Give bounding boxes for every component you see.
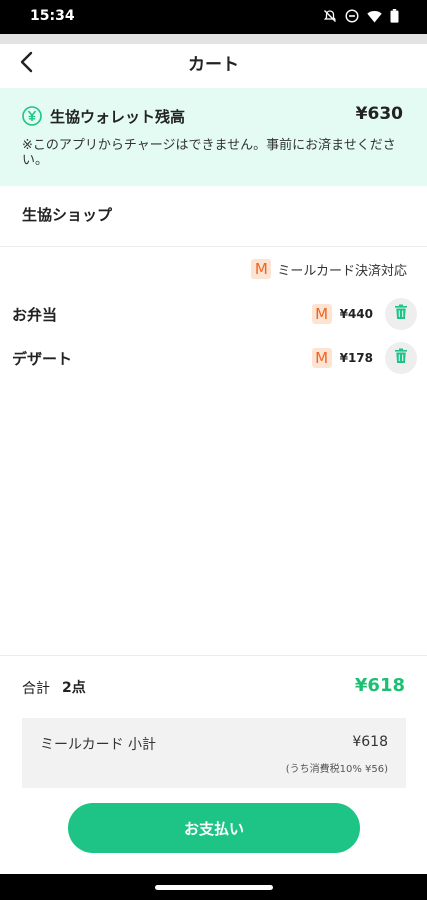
pay-button[interactable]: お支払い bbox=[68, 803, 360, 853]
home-indicator[interactable] bbox=[155, 885, 273, 890]
item-price: ¥178 bbox=[339, 351, 373, 365]
total-amount: ¥618 bbox=[354, 675, 405, 696]
status-time: 15:34 bbox=[30, 8, 75, 24]
status-icons bbox=[323, 9, 399, 23]
yen-circle-icon bbox=[22, 106, 42, 126]
meal-card-legend: M ミールカード決済対応 bbox=[251, 259, 407, 279]
mute-icon bbox=[323, 9, 337, 23]
wallet-note: ※このアプリからチャージはできません。事前にお済ませください。 bbox=[22, 138, 396, 168]
delete-item-button[interactable] bbox=[385, 298, 417, 330]
item-name: デザート bbox=[12, 350, 73, 368]
battery-icon bbox=[390, 9, 399, 23]
app-header: カート bbox=[0, 44, 427, 88]
tax-note: (うち消費税10% ¥56) bbox=[285, 764, 388, 775]
meal-card-badge: M bbox=[311, 348, 332, 368]
cart-item: デザート M ¥178 bbox=[0, 342, 427, 376]
do-not-disturb-icon bbox=[345, 9, 359, 23]
navigation-bar bbox=[0, 874, 427, 900]
shop-divider bbox=[0, 246, 427, 247]
wallet-balance: ¥630 bbox=[355, 104, 403, 124]
top-strip bbox=[0, 34, 427, 44]
summary-divider bbox=[0, 655, 427, 656]
wallet-title: 生協ウォレット残高 bbox=[50, 108, 186, 126]
total-label: 合計 bbox=[22, 681, 50, 697]
item-count: 2点 bbox=[62, 680, 86, 696]
status-bar: 15:34 bbox=[0, 0, 427, 34]
meal-card-subtotal-box: ミールカード 小計 ¥618 (うち消費税10% ¥56) bbox=[22, 718, 406, 788]
meal-card-badge: M bbox=[251, 259, 272, 279]
page-title: カート bbox=[188, 55, 239, 75]
item-name: お弁当 bbox=[12, 306, 58, 324]
cart-screen: 15:34 カート 生協ウォレット残高 ¥630 ※このアプリからチャージはでき… bbox=[0, 0, 427, 900]
wallet-banner: 生協ウォレット残高 ¥630 ※このアプリからチャージはできません。事前にお済ま… bbox=[0, 88, 427, 186]
delete-item-button[interactable] bbox=[385, 342, 417, 374]
meal-card-legend-text: ミールカード決済対応 bbox=[277, 263, 407, 279]
meal-card-badge: M bbox=[311, 304, 332, 324]
cart-item: お弁当 M ¥440 bbox=[0, 298, 427, 332]
subtotal-label: ミールカード 小計 bbox=[40, 737, 157, 753]
item-right: M ¥178 bbox=[311, 342, 417, 374]
item-right: M ¥440 bbox=[311, 298, 417, 330]
trash-icon bbox=[394, 348, 408, 368]
wifi-icon bbox=[367, 10, 382, 23]
item-price: ¥440 bbox=[339, 307, 373, 321]
shop-name: 生協ショップ bbox=[22, 206, 113, 224]
trash-icon bbox=[394, 304, 408, 324]
subtotal-amount: ¥618 bbox=[352, 734, 388, 750]
